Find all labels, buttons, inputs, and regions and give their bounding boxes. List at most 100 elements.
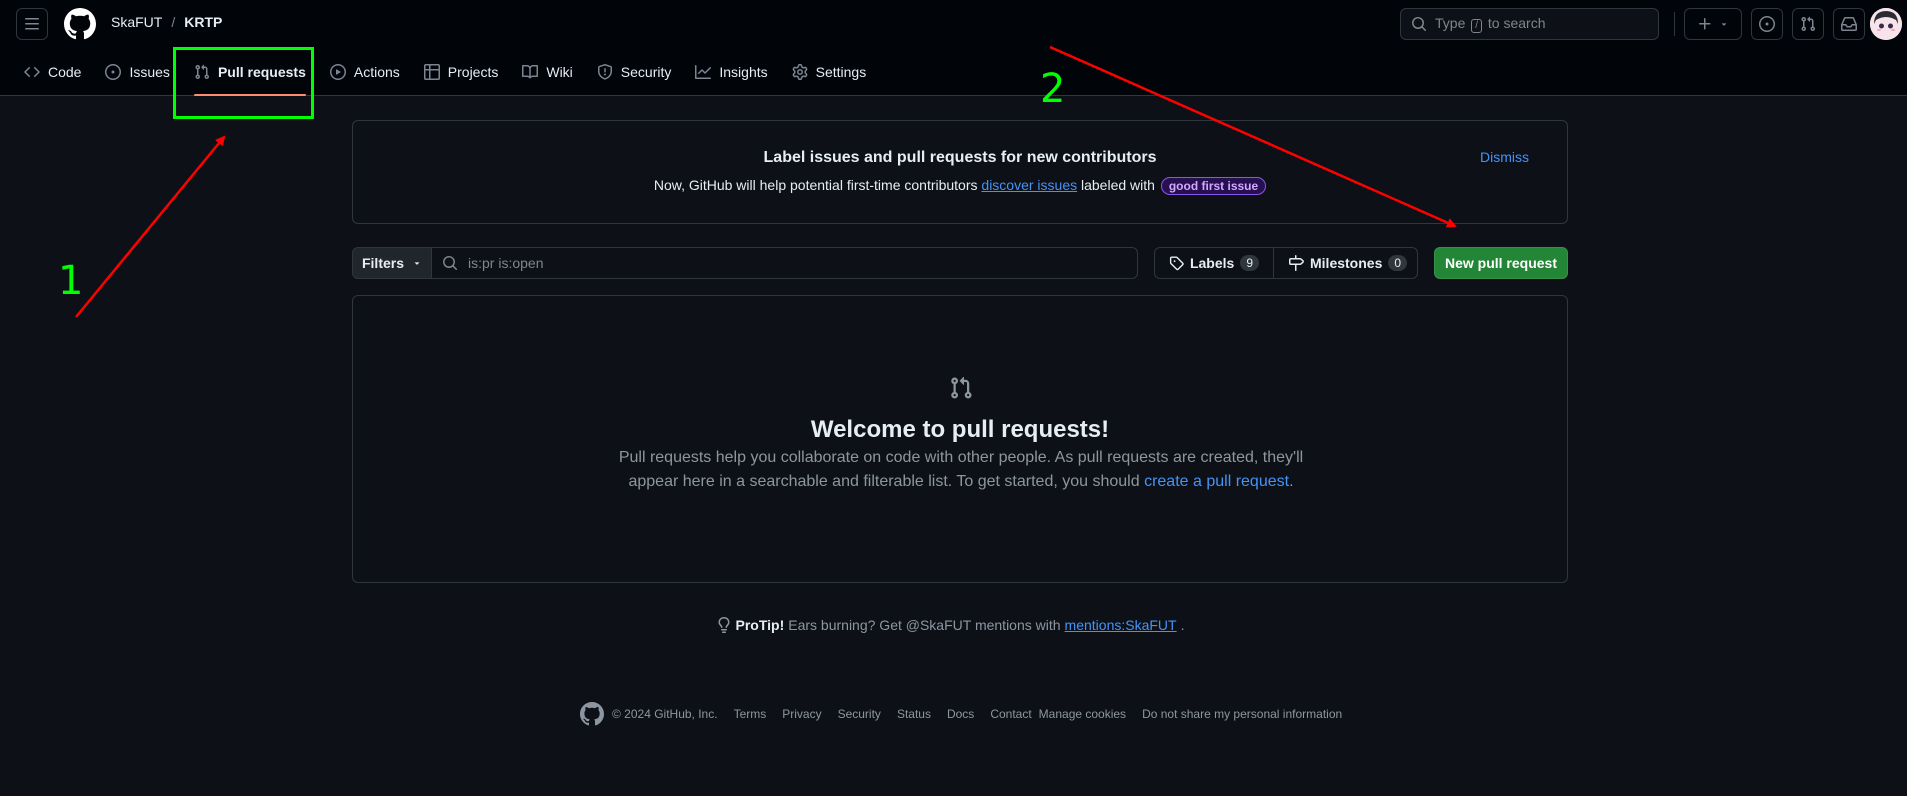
milestones-count: 0	[1388, 255, 1408, 271]
triangle-down-icon	[414, 262, 420, 265]
tab-label: Projects	[447, 64, 499, 80]
tab-label: Code	[48, 64, 82, 80]
mentions-link[interactable]: mentions:SkaFUT	[1065, 617, 1177, 633]
issues-button[interactable]	[1751, 8, 1783, 40]
milestones-label: Milestones	[1310, 255, 1383, 271]
search-icon	[443, 256, 458, 271]
annotation-number-1: 1	[58, 258, 84, 304]
header-divider	[1674, 12, 1675, 36]
footer-link-manage-cookies[interactable]: Manage cookies	[1039, 707, 1126, 721]
create-pull-request-link[interactable]: create a pull request	[1144, 473, 1289, 490]
tab-label: Security	[620, 64, 672, 80]
code-icon	[24, 66, 40, 78]
tab-settings[interactable]: Settings	[784, 48, 875, 96]
tab-security[interactable]: Security	[589, 48, 680, 96]
breadcrumb: SkaFUT / KRTP	[111, 14, 222, 30]
hamburger-icon	[25, 18, 39, 30]
good-first-issue-label[interactable]: good first issue	[1160, 177, 1267, 195]
user-avatar[interactable]	[1870, 8, 1902, 40]
inbox-icon	[1841, 17, 1857, 31]
footer-link-status[interactable]: Status	[897, 707, 931, 721]
footer-link-privacy[interactable]: Privacy	[782, 707, 821, 721]
play-icon	[329, 64, 346, 80]
footer-link-security[interactable]: Security	[838, 707, 881, 721]
protip-label: ProTip!	[735, 617, 785, 633]
triangle-down-icon	[1721, 23, 1727, 26]
footer-link-terms[interactable]: Terms	[734, 707, 767, 721]
search-shortcut-key: /	[1471, 19, 1483, 33]
annotation-number-2: 2	[1040, 66, 1066, 112]
empty-state-period: .	[1289, 473, 1294, 490]
tab-label: Wiki	[546, 64, 573, 80]
empty-state-box: Welcome to pull requests! Pull requests …	[352, 295, 1568, 583]
labels-milestones-group: Labels 9 Milestones 0	[1154, 247, 1418, 279]
menu-button[interactable]	[16, 8, 48, 40]
footer-link-do-not-share[interactable]: Do not share my personal information	[1142, 707, 1342, 721]
labels-count: 9	[1240, 255, 1259, 271]
owner-link[interactable]: SkaFUT	[111, 14, 162, 30]
tab-label: Settings	[815, 64, 867, 80]
light-bulb-icon	[718, 617, 729, 633]
banner-text: Now, GitHub will help potential first-ti…	[353, 177, 1567, 195]
tab-insights[interactable]: Insights	[687, 48, 775, 96]
milestone-icon	[1289, 255, 1304, 271]
plus-icon	[1699, 18, 1711, 30]
tab-label: Issues	[129, 64, 170, 80]
footer-copyright: © 2024 GitHub, Inc.	[580, 702, 718, 726]
filters-label: Filters	[361, 255, 404, 271]
footer-link-contact[interactable]: Contact	[990, 707, 1031, 721]
tag-icon	[1169, 256, 1184, 271]
shield-icon	[597, 64, 612, 80]
contributors-banner: Label issues and pull requests for new c…	[352, 120, 1568, 224]
new-pull-request-button[interactable]: New pull request	[1434, 247, 1568, 279]
search-icon	[1412, 17, 1427, 32]
graph-icon	[695, 65, 712, 79]
filter-query: is:pr is:open	[468, 255, 544, 271]
labels-label: Labels	[1189, 255, 1235, 271]
create-new-button[interactable]	[1684, 8, 1742, 40]
protip-period: .	[1180, 617, 1185, 633]
git-pull-request-icon	[1801, 16, 1816, 32]
discover-issues-link[interactable]: discover issues	[981, 177, 1077, 193]
breadcrumb-separator: /	[171, 14, 176, 30]
search-input[interactable]: Type / to search	[1400, 8, 1659, 40]
milestones-button[interactable]: Milestones 0	[1273, 248, 1421, 278]
banner-text-before: Now, GitHub will help potential first-ti…	[653, 177, 978, 193]
repo-nav: Code Issues Pull requests Actions Projec…	[16, 48, 882, 96]
search-placeholder: Type / to search	[1435, 15, 1546, 33]
avatar-image-icon	[1870, 8, 1902, 40]
gear-icon	[792, 64, 808, 80]
copyright-text: © 2024 GitHub, Inc.	[612, 707, 718, 721]
github-logo-icon[interactable]	[64, 8, 96, 40]
footer-link-docs[interactable]: Docs	[947, 707, 974, 721]
book-icon	[522, 64, 539, 79]
tab-projects[interactable]: Projects	[416, 48, 507, 96]
tab-actions[interactable]: Actions	[322, 48, 408, 96]
issue-opened-icon	[105, 64, 122, 80]
github-mark-icon[interactable]	[580, 702, 604, 726]
git-pull-request-icon	[951, 376, 972, 399]
protip: ProTip! Ears burning? Get @SkaFUT mentio…	[0, 617, 1907, 636]
filter-search-input[interactable]: is:pr is:open	[431, 247, 1138, 279]
empty-state-title: Welcome to pull requests!	[810, 416, 1110, 443]
protip-text: Ears burning? Get @SkaFUT mentions with	[788, 617, 1061, 633]
tab-label: Actions	[353, 64, 400, 80]
labels-button[interactable]: Labels 9	[1155, 248, 1273, 278]
issue-opened-icon	[1759, 16, 1775, 32]
filters-button[interactable]: Filters	[352, 247, 432, 279]
annotation-highlight-box	[173, 47, 314, 119]
banner-title: Label issues and pull requests for new c…	[763, 149, 1157, 166]
dismiss-button[interactable]: Dismiss	[1480, 149, 1529, 165]
tab-label: Insights	[719, 64, 768, 80]
pull-requests-button[interactable]	[1792, 8, 1824, 40]
tab-code[interactable]: Code	[16, 48, 89, 96]
empty-state-text: Pull requests help you collaborate on co…	[603, 446, 1319, 494]
inbox-button[interactable]	[1833, 8, 1865, 40]
annotation-arrow-1	[75, 135, 226, 318]
tab-wiki[interactable]: Wiki	[514, 48, 580, 96]
table-icon	[423, 64, 440, 80]
repo-link[interactable]: KRTP	[184, 14, 222, 30]
site-footer: © 2024 GitHub, Inc. Terms Privacy Securi…	[580, 702, 1342, 726]
tab-issues[interactable]: Issues	[97, 48, 177, 96]
banner-text-after: labeled with	[1081, 177, 1155, 193]
